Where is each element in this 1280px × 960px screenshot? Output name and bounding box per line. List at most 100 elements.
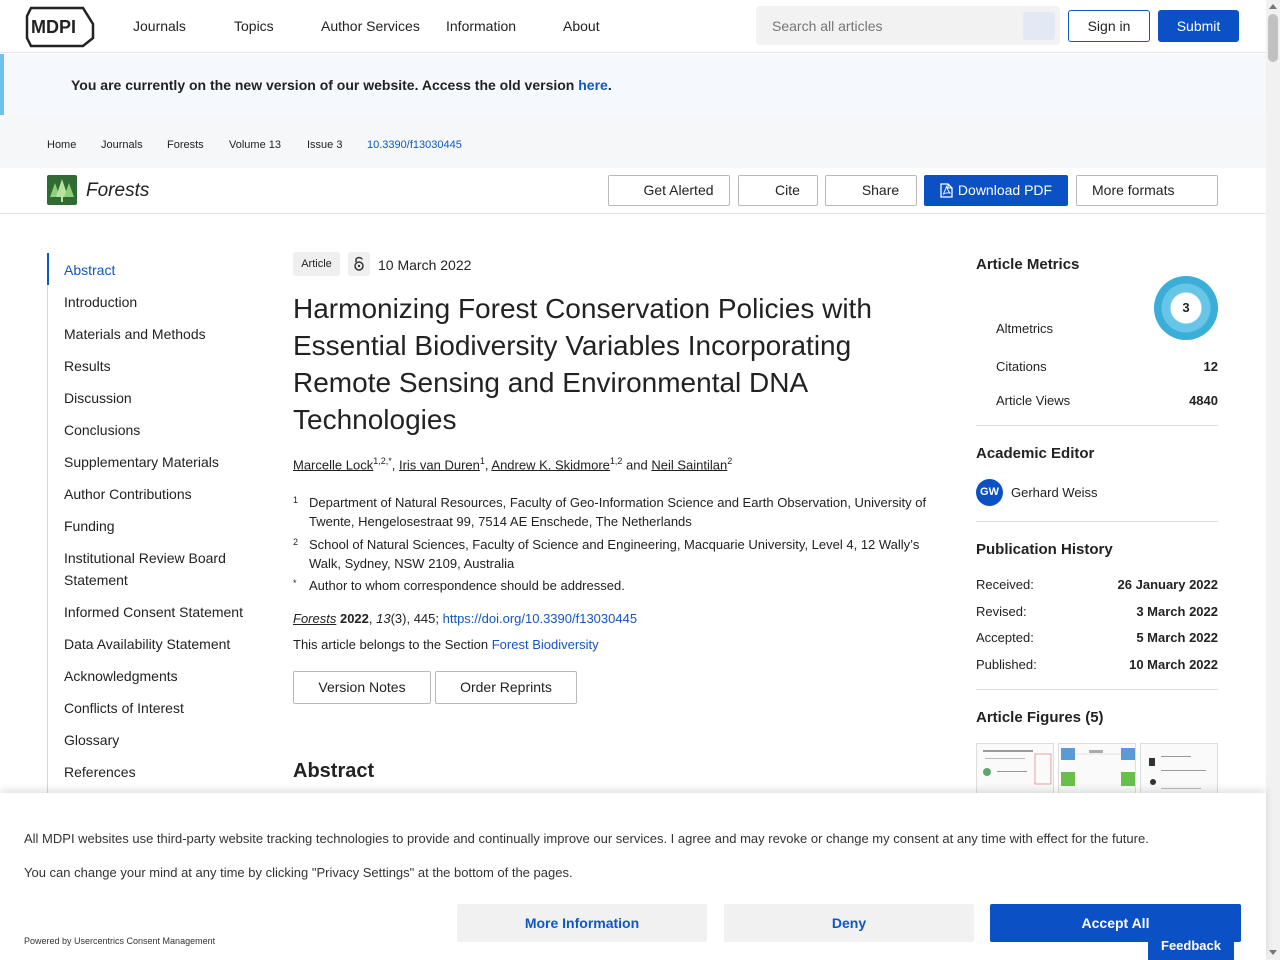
views-count[interactable]: 4840 <box>1189 393 1218 408</box>
figure-thumbnail[interactable] <box>1058 743 1136 795</box>
search-icon <box>1032 19 1044 31</box>
get-alerted-button[interactable]: Get Alerted <box>608 175 730 206</box>
affiliation-text: Author to whom correspondence should be … <box>309 578 625 593</box>
metrics-heading: Article Metrics <box>976 256 1080 273</box>
author-affiliation-sup: 1 <box>479 456 485 466</box>
toc-supplementary[interactable]: Supplementary Materials <box>64 451 244 473</box>
nav-about[interactable]: About <box>563 18 600 34</box>
academic-editor-heading: Academic Editor <box>976 445 1095 462</box>
mdpi-logo[interactable]: MDPI <box>25 4 96 50</box>
altmetric-donut[interactable]: 3 <box>1154 276 1218 340</box>
download-pdf-button[interactable]: Download PDF <box>924 175 1068 206</box>
get-alerted-label: Get Alerted <box>643 182 714 198</box>
submit-button[interactable]: Submit <box>1158 10 1239 42</box>
share-icon <box>843 179 857 208</box>
top-navigation: MDPI Journals Topics Author Services Inf… <box>0 0 1266 53</box>
breadcrumb-volume[interactable]: Volume 13 <box>229 139 281 151</box>
article-type-badge: Article <box>293 252 340 276</box>
mdpi-logo-icon: MDPI <box>25 6 95 48</box>
divider <box>976 521 1218 522</box>
toc-materials-methods[interactable]: Materials and Methods <box>64 323 244 345</box>
nav-author-services[interactable]: Author Services <box>321 18 420 34</box>
breadcrumb-home[interactable]: Home <box>47 139 76 151</box>
history-date: 3 March 2022 <box>1136 604 1218 619</box>
section-link[interactable]: Forest Biodiversity <box>492 637 599 652</box>
toc-conclusions[interactable]: Conclusions <box>64 419 244 441</box>
toc-informed-consent[interactable]: Informed Consent Statement <box>64 601 244 623</box>
more-formats-label: More formats <box>1092 182 1175 198</box>
scrollbar-thumb[interactable] <box>1268 14 1278 62</box>
toc-results[interactable]: Results <box>64 355 244 377</box>
cite-button[interactable]: ” Cite <box>738 175 818 206</box>
affiliation-number: 1 <box>293 495 299 505</box>
toc-conflicts[interactable]: Conflicts of Interest <box>64 697 244 719</box>
share-label: Share <box>861 182 900 198</box>
toc-irb-statement[interactable]: Institutional Review Board Statement <box>64 547 244 591</box>
search-button[interactable] <box>1023 12 1055 40</box>
breadcrumb-journals[interactable]: Journals <box>101 139 143 151</box>
consent-text-2: You can change your mind at any time by … <box>24 865 573 880</box>
search-input[interactable] <box>772 18 1012 34</box>
doi-link[interactable]: https://doi.org/10.3390/f13030445 <box>443 611 637 626</box>
author-affiliation-sup: 1,2 <box>609 456 623 466</box>
toc-data-availability[interactable]: Data Availability Statement <box>64 633 244 655</box>
toc-abstract[interactable]: Abstract <box>64 259 244 281</box>
editor-name[interactable]: Gerhard Weiss <box>1011 485 1097 500</box>
figure-thumbnail[interactable] <box>976 743 1054 795</box>
figure-thumbnail[interactable] <box>1140 743 1218 795</box>
affiliation-number: * <box>293 578 297 588</box>
scroll-up-arrow-icon[interactable] <box>1269 4 1277 9</box>
breadcrumb-doi[interactable]: 10.3390/f13030445 <box>367 139 462 151</box>
sign-in-button[interactable]: Sign in <box>1068 10 1150 42</box>
nav-information[interactable]: Information <box>446 18 516 34</box>
nav-journals[interactable]: Journals <box>133 18 186 34</box>
toc-author-contributions[interactable]: Author Contributions <box>64 483 244 505</box>
journal-name[interactable]: Forests <box>86 180 149 202</box>
breadcrumb-forests[interactable]: Forests <box>167 139 204 151</box>
correspondence-note: * Author to whom correspondence should b… <box>293 576 943 596</box>
deny-button[interactable]: Deny <box>724 904 974 942</box>
bell-icon <box>624 179 638 208</box>
altmetric-score: 3 <box>1182 300 1190 315</box>
feedback-button[interactable]: Feedback <box>1148 933 1234 960</box>
quote-icon: ” <box>756 179 770 208</box>
toc-references[interactable]: References <box>64 761 244 783</box>
order-reprints-button[interactable]: Order Reprints <box>435 671 577 704</box>
scroll-down-arrow-icon[interactable] <box>1269 950 1277 955</box>
journal-action-bar: Forests Get Alerted ” Cite Share Download… <box>0 168 1266 214</box>
citations-count[interactable]: 12 <box>1204 359 1218 374</box>
author-link[interactable]: Andrew K. Skidmore <box>491 457 610 472</box>
svg-text:MDPI: MDPI <box>31 17 76 37</box>
divider <box>976 425 1218 426</box>
consent-powered-by: Powered by Usercentrics Consent Manageme… <box>24 936 216 946</box>
order-reprints-label: Order Reprints <box>460 679 552 695</box>
citation-journal[interactable]: Forests <box>293 611 336 626</box>
old-version-link[interactable]: here <box>578 77 608 93</box>
nav-topics[interactable]: Topics <box>234 18 274 34</box>
more-information-button[interactable]: More Information <box>457 904 707 942</box>
history-date: 26 January 2022 <box>1117 577 1218 592</box>
affiliation-number: 2 <box>293 537 299 547</box>
consent-text-1: All MDPI websites use third-party websit… <box>24 831 1149 846</box>
author-link[interactable]: Neil Saintilan <box>651 457 727 472</box>
article-figures-heading: Article Figures (5) <box>976 709 1104 726</box>
forests-logo[interactable] <box>47 175 77 205</box>
history-label: Revised: <box>976 604 1027 619</box>
more-formats-dropdown[interactable]: More formats <box>1076 175 1218 206</box>
history-date: 5 March 2022 <box>1136 630 1218 645</box>
toc-glossary[interactable]: Glossary <box>64 729 244 751</box>
section-prefix: This article belongs to the Section <box>293 637 492 652</box>
toc-introduction[interactable]: Introduction <box>64 291 244 313</box>
author-affiliation-sup: 2 <box>727 456 733 466</box>
toc-funding[interactable]: Funding <box>64 515 244 537</box>
open-access-icon <box>354 256 364 271</box>
author-link[interactable]: Iris van Duren <box>399 457 480 472</box>
share-button[interactable]: Share <box>825 175 917 206</box>
toc-discussion[interactable]: Discussion <box>64 387 244 409</box>
breadcrumb-issue[interactable]: Issue 3 <box>307 139 342 151</box>
author-link[interactable]: Marcelle Lock <box>293 457 373 472</box>
forest-trees-icon <box>50 179 74 202</box>
page-scrollbar[interactable] <box>1266 0 1280 960</box>
version-notes-button[interactable]: Version Notes <box>293 671 431 704</box>
toc-acknowledgments[interactable]: Acknowledgments <box>64 665 244 687</box>
